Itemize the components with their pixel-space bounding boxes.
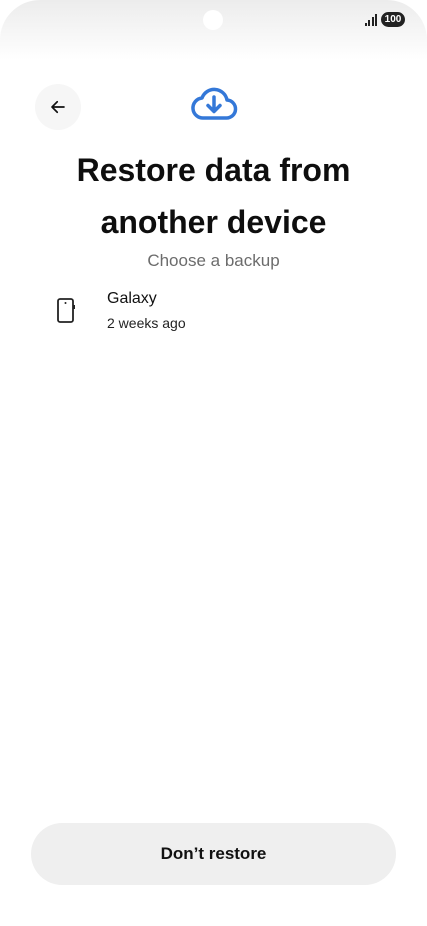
arrow-left-icon	[51, 100, 65, 114]
phone-icon	[57, 298, 75, 323]
title-line-1: Restore data from	[76, 152, 351, 188]
status-bar-background	[0, 0, 427, 60]
back-button[interactable]	[35, 84, 81, 130]
page-subtitle: Choose a backup	[147, 251, 280, 270]
cloud-download-icon	[191, 87, 238, 120]
page-title: Restore data from another device	[0, 144, 427, 248]
signal-icon	[364, 13, 377, 26]
backup-time: 2 weeks ago	[107, 315, 186, 331]
title-line-2: another device	[100, 204, 327, 240]
camera-cutout	[203, 10, 223, 30]
dont-restore-button[interactable]: Don’t restore	[31, 823, 396, 885]
screen: 100 Restore data from another device Cho…	[0, 0, 427, 926]
backup-item-galaxy[interactable]: Galaxy 2 weeks ago	[40, 285, 390, 339]
battery-icon: 100	[381, 12, 405, 27]
backup-device-name: Galaxy	[107, 290, 157, 307]
status-icons: 100	[364, 12, 405, 27]
